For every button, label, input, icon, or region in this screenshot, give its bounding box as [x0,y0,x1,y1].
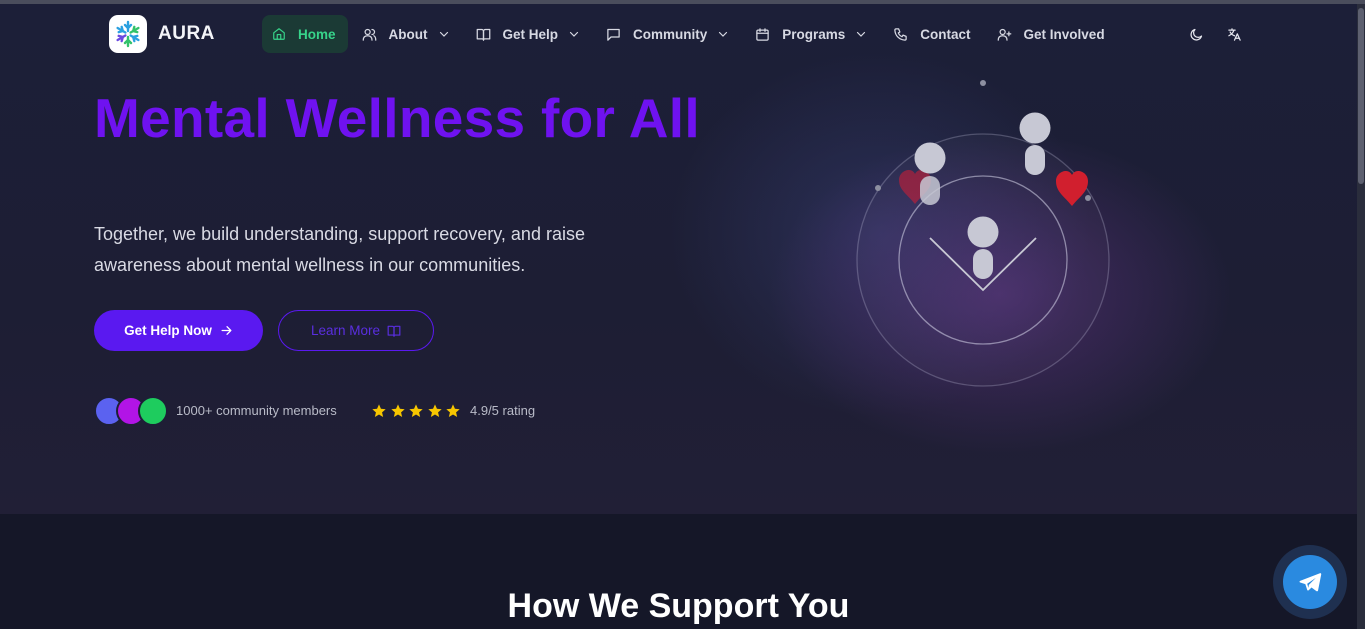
language-button[interactable] [1224,24,1244,44]
community-members-text: 1000+ community members [176,403,337,418]
brand-name: AURA [158,23,215,44]
chevron-down-icon [857,31,866,37]
arrow-right-icon [221,326,232,335]
nav-label: Programs [782,26,846,42]
home-icon [273,28,285,40]
section-title: How We Support You [507,587,850,625]
message-icon [607,28,620,41]
nav-label: About [388,26,428,42]
chevron-down-icon [439,31,448,37]
person-figure [914,142,946,174]
person-figure [1019,112,1051,144]
nav-item-about[interactable]: About [352,15,462,53]
person-figure [920,176,940,205]
rating-text: 4.9/5 rating [470,403,536,418]
page-scrollbar[interactable] [1357,4,1365,629]
star-icon [446,404,460,417]
user-plus-icon [997,28,1011,41]
book-icon [387,325,401,337]
nav-label: Get Help [502,26,559,42]
nav-label: Community [633,26,708,42]
logo-icon [109,15,147,53]
theme-toggle-button[interactable] [1186,24,1206,44]
star-icon [390,404,405,417]
users-icon [362,28,376,41]
telegram-icon [1299,573,1322,592]
book-icon [476,28,490,41]
nav-label: Contact [920,26,971,42]
hero-subtitle: Together, we build understanding, suppor… [94,224,585,275]
nav-item-get-help[interactable]: Get Help [466,15,593,53]
orbit-dot [1085,195,1091,201]
calendar-icon [756,27,770,41]
nav-item-community[interactable]: Community [596,15,741,53]
moon-icon [1189,28,1202,41]
avatar [138,396,168,426]
nav-item-home[interactable]: Home [262,15,348,53]
get-help-now-button[interactable]: Get Help Now [94,310,263,351]
rating-stars [371,403,464,419]
button-label: Learn More [310,323,381,338]
community-illustration [856,80,1110,387]
chevron-down-icon [569,31,579,37]
member-avatars [94,396,170,426]
brand-logo[interactable]: AURA [109,15,215,53]
telegram-button[interactable] [1273,545,1347,619]
button-label: Get Help Now [124,323,212,338]
nav-label: Home [298,26,336,42]
star-icon [409,404,423,417]
learn-more-button[interactable]: Learn More [278,310,434,351]
telegram-button-inner [1283,555,1337,609]
phone-icon [894,27,908,41]
person-figure [967,216,999,248]
person-figure [1025,145,1045,175]
star-icon [372,404,386,417]
translate-icon [1227,27,1241,41]
star-icon [427,404,442,417]
nav-label: Get Involved [1023,26,1105,42]
orbit-dot [980,80,986,86]
nav-item-programs[interactable]: Programs [745,15,879,53]
chevron-down-icon [719,31,728,37]
scrollbar-thumb[interactable] [1358,8,1364,184]
hero-title: Mental Wellness for All [94,87,700,149]
person-figure [973,249,993,279]
nav-item-contact[interactable]: Contact [883,15,982,53]
main-nav: Home About Get Help Community Programs C… [262,15,1121,53]
orbit-dot [875,185,881,191]
nav-item-get-involved[interactable]: Get Involved [987,15,1117,53]
